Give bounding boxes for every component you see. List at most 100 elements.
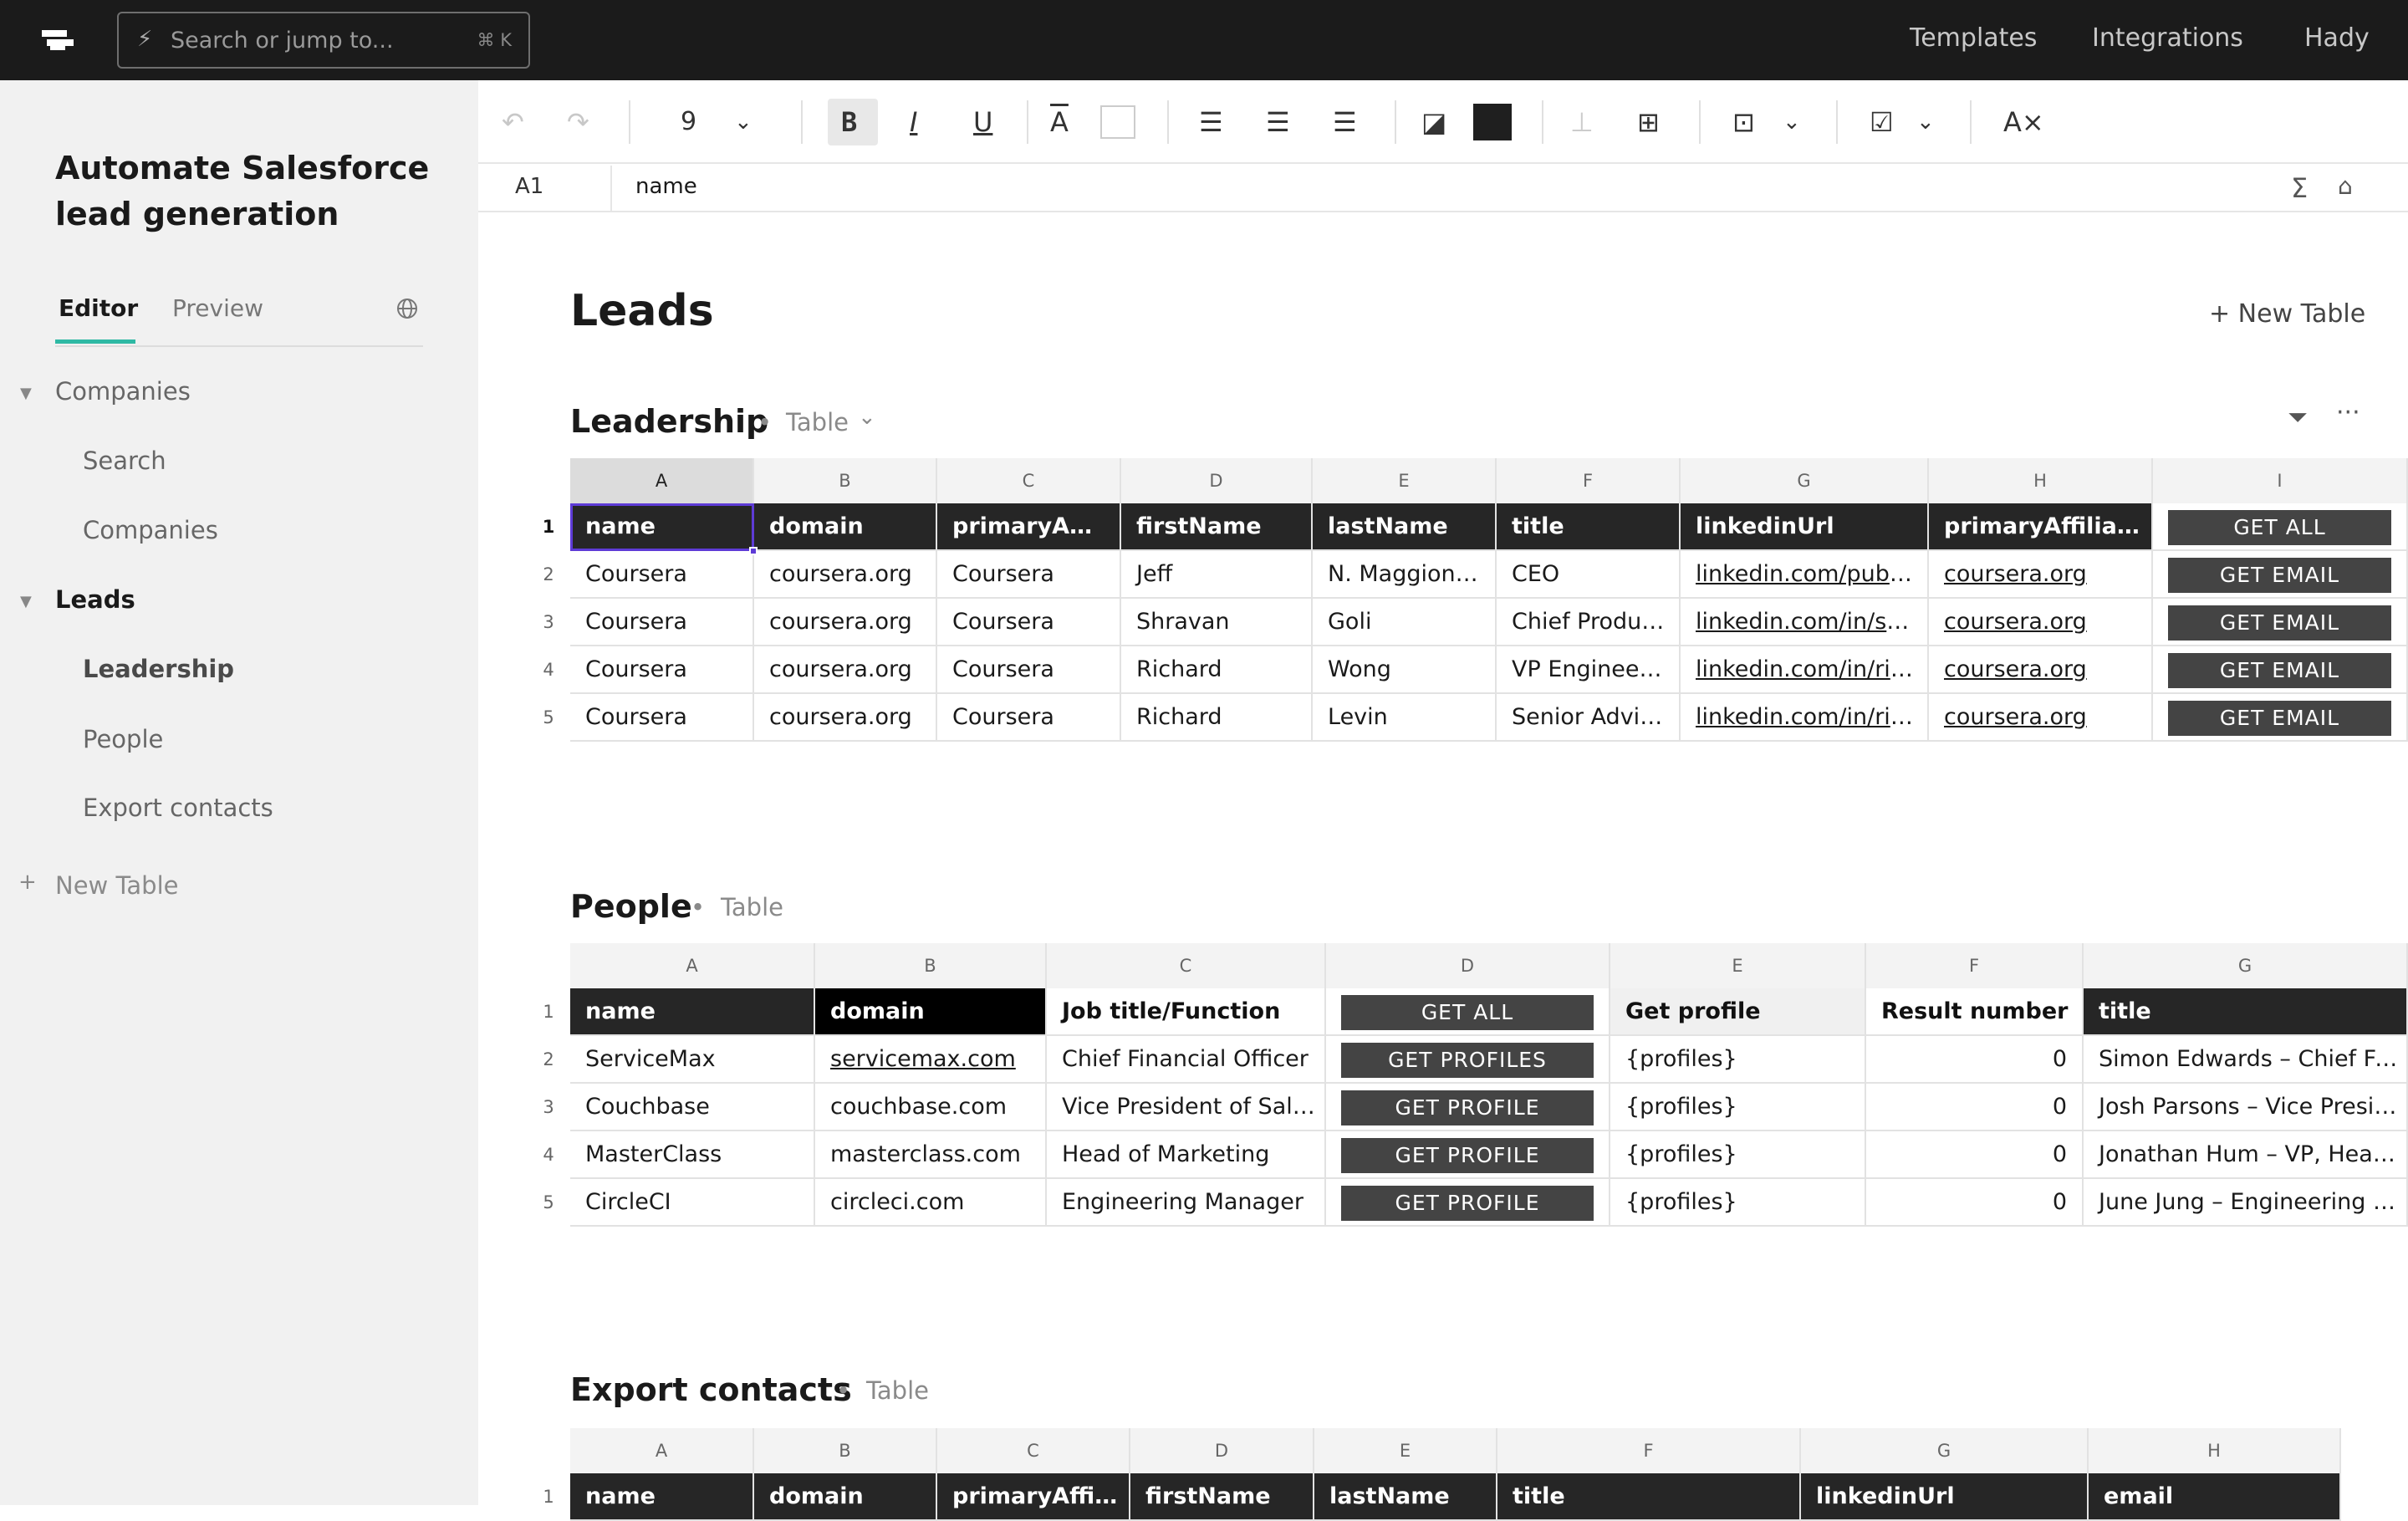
column-header-g[interactable]: G [1801,1428,2089,1473]
sidebar-item-search[interactable]: Search [83,447,166,475]
table-cell[interactable]: Goli [1313,599,1497,646]
app-logo-icon[interactable] [42,30,74,50]
column-header-b[interactable]: B [754,458,937,503]
row-action-button[interactable]: GET PROFILE [1326,1084,1610,1131]
column-header-c[interactable]: C [937,458,1121,503]
column-header-i[interactable]: I [2153,458,2408,503]
table-cell[interactable]: coursera.org [1929,694,2153,742]
table-cell[interactable]: {profiles} [1610,1179,1866,1227]
align-right-icon[interactable]: ☰ [1333,105,1357,139]
table-cell[interactable]: Richard [1121,646,1313,694]
row-action-button[interactable]: GET EMAIL [2153,646,2408,694]
column-header-d[interactable]: D [1121,458,1313,503]
get-all-button[interactable]: GET ALL [1326,988,1610,1036]
row-number[interactable]: 1 [527,1473,570,1521]
plugin-icon[interactable]: ⌂ [2338,172,2353,200]
table-cell[interactable]: Jonathan Hum – VP, Head of M [2084,1131,2408,1179]
column-title-cell[interactable]: lastName [1313,503,1497,551]
doc-title[interactable]: Automate Salesforce lead generation [55,145,431,237]
table-cell[interactable]: masterclass.com [815,1131,1047,1179]
font-size-select[interactable]: 9 [681,105,696,139]
table-cell[interactable]: circleci.com [815,1179,1047,1227]
nav-user-menu[interactable]: Hady [2304,23,2370,53]
table-cell[interactable]: VP Engineering [1497,646,1681,694]
table-cell[interactable]: Engineering Manager [1047,1179,1326,1227]
insert-row-icon[interactable]: ⊥ [1570,105,1594,139]
bold-icon[interactable]: B [841,105,857,139]
column-header-f[interactable]: F [1497,458,1681,503]
table-cell[interactable]: Levin [1313,694,1497,742]
table-cell[interactable]: Coursera [570,599,754,646]
table-cell[interactable]: {profiles} [1610,1084,1866,1131]
new-table-button[interactable]: + New Table [2209,299,2365,329]
column-title-cell[interactable]: firstName [1121,503,1313,551]
table-cell[interactable]: Vice President of Sales [1047,1084,1326,1131]
column-header-b[interactable]: B [815,943,1047,988]
table-cell[interactable]: coursera.org [754,599,937,646]
row-number[interactable]: 1 [527,503,570,551]
collapse-companies-icon[interactable]: ▼ [20,385,32,402]
search-input[interactable]: ⚡ Search or jump to... ⌘ K [117,12,530,69]
collapse-leads-icon[interactable]: ▼ [20,593,32,610]
column-header-f[interactable]: F [1497,1428,1801,1473]
table-cell[interactable]: 0 [1866,1036,2084,1084]
insert-column-icon[interactable]: ⊞ [1637,105,1660,139]
column-title-cell[interactable]: title [1497,503,1681,551]
column-header-g[interactable]: G [2084,943,2408,988]
table-cell[interactable]: Coursera [570,646,754,694]
table-cell[interactable]: Simon Edwards – Chief Financ [2084,1036,2408,1084]
table-cell[interactable]: Senior Advisor [1497,694,1681,742]
align-left-icon[interactable]: ☰ [1199,105,1223,139]
clear-format-icon[interactable]: A× [2003,105,2044,139]
sidebar-new-table[interactable]: New Table [55,871,178,900]
table-cell[interactable]: Coursera [937,646,1121,694]
column-title-cell[interactable]: domain [754,1473,937,1521]
chevron-down-icon[interactable]: ⌄ [858,405,876,430]
column-header-d[interactable]: D [1130,1428,1314,1473]
chevron-down-icon[interactable]: ⌄ [1783,105,1801,139]
italic-icon[interactable]: I [910,105,917,139]
table-cell[interactable]: {profiles} [1610,1036,1866,1084]
table-cell[interactable]: Coursera [570,551,754,599]
row-number[interactable]: 4 [527,646,570,694]
column-header-g[interactable]: G [1681,458,1929,503]
row-number[interactable]: 2 [527,1036,570,1084]
undo-icon[interactable]: ↶ [502,105,524,139]
sidebar-group-leads[interactable]: Leads [55,585,135,614]
column-header-e[interactable]: E [1313,458,1497,503]
sidebar-group-companies[interactable]: Companies [55,377,191,406]
column-header-a[interactable]: A [570,943,815,988]
sidebar-item-companies[interactable]: Companies [83,516,218,544]
checkbox-icon[interactable]: ☑ [1870,105,1894,139]
nav-templates[interactable]: Templates [1910,23,2038,53]
column-header-a[interactable]: A [570,1428,754,1473]
column-header-h[interactable]: H [2089,1428,2341,1473]
more-options-icon[interactable]: ··· [2336,398,2360,427]
section-title-export-contacts[interactable]: Export contacts [570,1371,852,1408]
row-number[interactable]: 3 [527,599,570,646]
column-title-cell[interactable]: primaryAffiliati... [1929,503,2153,551]
chevron-down-icon[interactable]: ⌄ [734,105,752,139]
cell-reference[interactable]: A1 [515,174,543,199]
section-title-people[interactable]: People [570,888,692,925]
fill-handle[interactable] [749,547,758,555]
row-action-button[interactable]: GET PROFILE [1326,1131,1610,1179]
table-cell[interactable]: Coursera [937,694,1121,742]
column-title-cell[interactable]: title [2084,988,2408,1036]
section-type-export[interactable]: Table [866,1376,929,1405]
column-title-cell[interactable]: name [570,503,754,551]
table-cell[interactable]: linkedin.com/in/ric... [1681,694,1929,742]
section-type-leadership[interactable]: Table [786,408,849,436]
underline-icon[interactable]: U [973,105,992,139]
column-header-a[interactable]: A [570,458,754,503]
column-title-cell[interactable]: lastName [1314,1473,1497,1521]
fill-color-icon[interactable]: ◪ [1421,105,1446,139]
plus-icon[interactable]: + [18,870,37,895]
table-cell[interactable]: 0 [1866,1131,2084,1179]
table-cell[interactable]: Josh Parsons – Vice President [2084,1084,2408,1131]
row-action-button[interactable]: GET EMAIL [2153,694,2408,742]
column-title-cell[interactable]: Get profile [1610,988,1866,1036]
column-header-h[interactable]: H [1929,458,2153,503]
table-cell[interactable]: Couchbase [570,1084,815,1131]
filter-icon[interactable]: ⏷ [2288,403,2308,432]
